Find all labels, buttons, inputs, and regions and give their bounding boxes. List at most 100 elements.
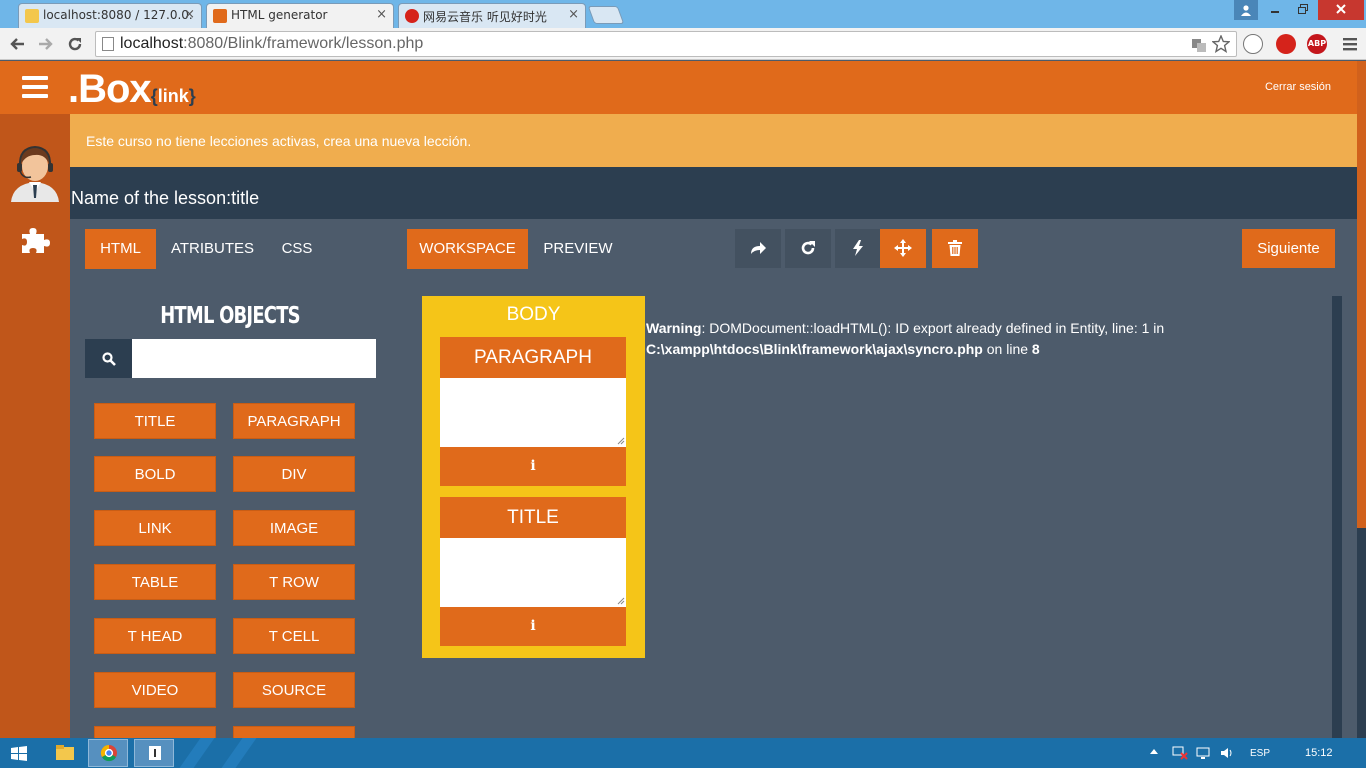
object-paragraph-button[interactable]: PARAGRAPH: [233, 403, 355, 439]
object-button[interactable]: [94, 726, 216, 738]
trash-icon: [948, 240, 962, 256]
browser-tab-title: localhost:8080 / 127.0.0.1: [43, 8, 193, 22]
user-profile-icon[interactable]: [1234, 0, 1258, 20]
redo-button[interactable]: [735, 229, 781, 268]
object-thead-button[interactable]: T HEAD: [94, 618, 216, 654]
object-source-button[interactable]: SOURCE: [233, 672, 355, 708]
objects-title: HTML OBJECTS: [160, 303, 300, 329]
refresh-button[interactable]: [785, 229, 831, 268]
chrome-menu-icon[interactable]: [1338, 32, 1362, 56]
refresh-icon: [801, 241, 815, 255]
paragraph-textarea[interactable]: [440, 378, 626, 447]
browser-toolbar: localhost:8080/Blink/framework/lesson.ph…: [0, 28, 1366, 60]
restore-button[interactable]: [1290, 0, 1316, 20]
menu-icon[interactable]: [22, 76, 48, 98]
body-label: BODY: [506, 304, 561, 325]
objects-search-input[interactable]: [132, 339, 376, 378]
reload-icon[interactable]: [63, 32, 87, 56]
netease-extension-icon[interactable]: [1276, 34, 1296, 54]
tab-css[interactable]: CSS: [275, 229, 319, 269]
resize-handle-icon[interactable]: [617, 437, 625, 445]
lesson-name: Name of the lesson:title: [70, 167, 1357, 219]
shield-extension-icon[interactable]: [1243, 34, 1263, 54]
adblock-extension-icon[interactable]: ABP: [1307, 34, 1327, 54]
move-icon: [894, 239, 912, 257]
info-icon[interactable]: i: [440, 447, 626, 486]
move-button[interactable]: [880, 229, 926, 268]
chrome-taskbar-icon[interactable]: [88, 739, 128, 767]
new-tab-button[interactable]: [587, 6, 625, 24]
paragraph-block[interactable]: PARAGRAPH i: [440, 337, 626, 486]
pma-icon: [25, 9, 39, 23]
object-div-button[interactable]: DIV: [233, 456, 355, 492]
object-bold-button[interactable]: BOLD: [94, 456, 216, 492]
avatar[interactable]: [9, 140, 61, 202]
search-icon: [102, 352, 116, 366]
resize-handle-icon[interactable]: [617, 597, 625, 605]
body-block[interactable]: BODY PARAGRAPH i TITLE i: [422, 296, 645, 658]
workspace-area: BODY PARAGRAPH i TITLE i Warning: DOMDoc…: [390, 281, 1357, 738]
browser-tab-html-generator[interactable]: HTML generator ×: [206, 3, 394, 28]
close-icon[interactable]: ×: [184, 7, 195, 22]
redo-icon: [751, 242, 766, 254]
back-arrow-icon[interactable]: [5, 32, 29, 56]
tab-atributes[interactable]: ATRIBUTES: [166, 229, 259, 269]
paragraph-block-header[interactable]: PARAGRAPH: [440, 337, 626, 378]
translate-icon[interactable]: [1191, 37, 1207, 53]
minimize-button[interactable]: [1262, 0, 1288, 20]
info-icon[interactable]: i: [440, 607, 626, 646]
lightning-button[interactable]: [835, 229, 881, 268]
object-video-button[interactable]: VIDEO: [94, 672, 216, 708]
monitor-icon[interactable]: [1196, 746, 1210, 763]
url-text[interactable]: localhost:8080/Blink/framework/lesson.ph…: [120, 35, 423, 53]
app-header: .Box{link} Cerrar sesión: [0, 61, 1357, 114]
network-error-icon[interactable]: [1172, 746, 1188, 763]
puzzle-icon[interactable]: [20, 226, 50, 254]
forward-arrow-icon[interactable]: [34, 32, 58, 56]
browser-tab-netease[interactable]: 网易云音乐 听见好时光 ×: [398, 3, 586, 28]
editor-taskbar-icon[interactable]: [134, 739, 174, 767]
object-tcell-button[interactable]: T CELL: [233, 618, 355, 654]
object-button[interactable]: [233, 726, 355, 738]
tab-html[interactable]: HTML: [85, 229, 156, 269]
volume-icon[interactable]: [1220, 746, 1234, 763]
browser-tab-phpmyadmin[interactable]: localhost:8080 / 127.0.0.1 ×: [18, 3, 202, 28]
page-icon: [102, 37, 114, 51]
bookmark-star-icon[interactable]: [1211, 34, 1231, 54]
title-textarea[interactable]: [440, 538, 626, 607]
language-indicator[interactable]: ESP: [1250, 748, 1270, 759]
title-block-header[interactable]: TITLE: [440, 497, 626, 538]
close-icon[interactable]: ×: [376, 7, 387, 22]
show-hidden-icons[interactable]: [1150, 746, 1158, 757]
page-scrollbar-thumb[interactable]: [1357, 61, 1366, 528]
object-image-button[interactable]: IMAGE: [233, 510, 355, 546]
windows-start-icon[interactable]: [11, 746, 27, 761]
tab-preview[interactable]: PREVIEW: [538, 229, 618, 269]
windows-taskbar: ESP 15:12: [0, 738, 1366, 768]
file-explorer-icon[interactable]: [45, 739, 85, 767]
taskbar-decoration: [179, 738, 215, 768]
brand-logo[interactable]: .Box{link}: [68, 67, 196, 112]
taskbar-decoration: [221, 738, 257, 768]
no-lessons-alert: Este curso no tiene lecciones activas, c…: [70, 114, 1357, 167]
logout-link[interactable]: Cerrar sesión: [1265, 81, 1331, 93]
page-scrollbar[interactable]: [1357, 61, 1366, 738]
object-title-button[interactable]: TITLE: [94, 403, 216, 439]
workspace-scrollbar[interactable]: [1332, 296, 1342, 738]
warning-line-number: 8: [1031, 341, 1040, 357]
next-button[interactable]: Siguiente: [1242, 229, 1335, 268]
object-table-button[interactable]: TABLE: [94, 564, 216, 600]
close-icon[interactable]: ×: [568, 7, 579, 22]
object-link-button[interactable]: LINK: [94, 510, 216, 546]
search-button[interactable]: [85, 339, 132, 378]
delete-button[interactable]: [932, 229, 978, 268]
tab-workspace[interactable]: WORKSPACE: [407, 229, 528, 269]
window-close-button[interactable]: [1318, 0, 1364, 20]
editor-tab-bar: HTML ATRIBUTES CSS WORKSPACE PREVIEW Sig…: [70, 219, 1357, 281]
address-bar[interactable]: localhost:8080/Blink/framework/lesson.ph…: [95, 31, 1237, 57]
title-block[interactable]: TITLE i: [440, 497, 626, 646]
clock[interactable]: 15:12: [1305, 747, 1333, 759]
object-trow-button[interactable]: T ROW: [233, 564, 355, 600]
omnibox-icons: [1191, 34, 1231, 57]
warning-label: Warning: [646, 320, 702, 336]
